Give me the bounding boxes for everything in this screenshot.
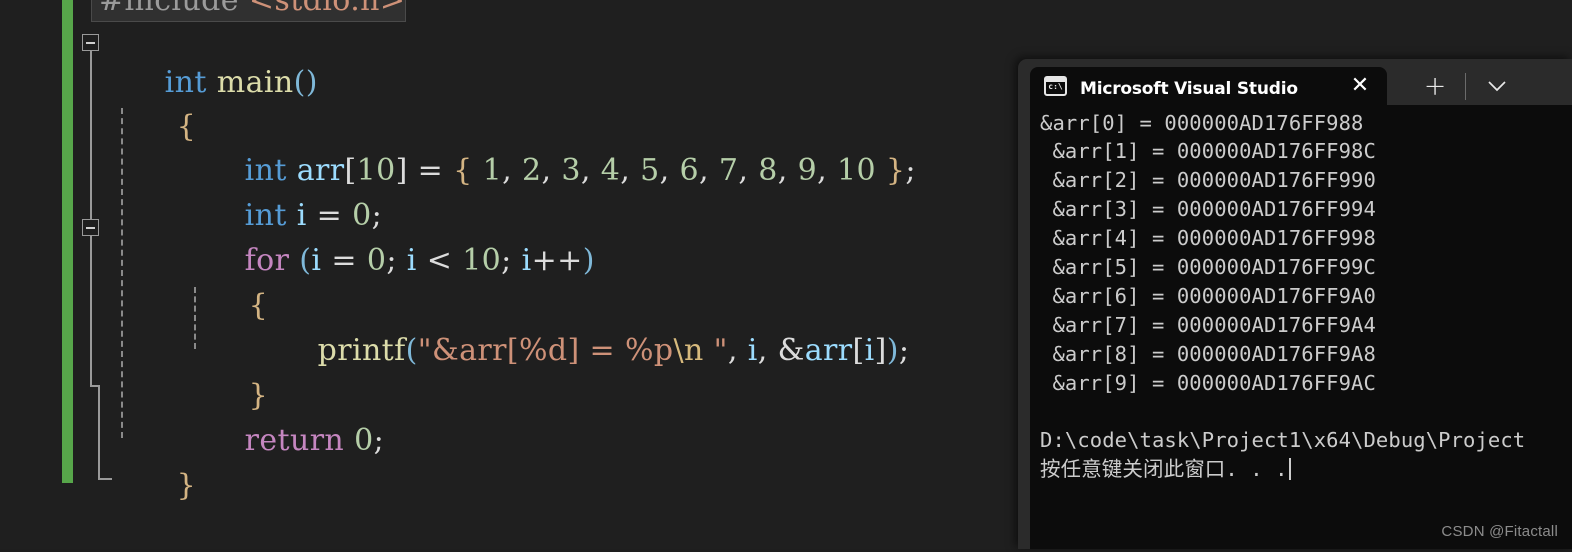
fold-guide-main <box>89 51 92 227</box>
console-tab[interactable]: c:\ Microsoft Visual Studio 调试控 ✕ <box>1030 67 1387 105</box>
fold-guide-for <box>89 236 92 387</box>
console-line: &arr[0] = 000000AD176FF988 <box>1040 111 1364 135</box>
code-line-include: #include <stdio.h> <box>91 0 407 22</box>
console-line: &arr[8] = 000000AD176FF9A8 <box>1040 342 1376 366</box>
console-tab-title: Microsoft Visual Studio 调试控 <box>1080 78 1300 99</box>
fold-guide-main-tail <box>97 385 100 480</box>
editor-left-margin <box>0 0 62 549</box>
change-indicator-bar <box>62 0 73 483</box>
console-line: &arr[9] = 000000AD176FF9AC <box>1040 371 1376 395</box>
tabstrip-divider <box>1465 73 1466 100</box>
console-line: &arr[3] = 000000AD176FF994 <box>1040 197 1376 221</box>
terminal-icon: c:\ <box>1044 76 1067 96</box>
code-surface[interactable]: int main() { int arr[10] = { 1, 2, 3, 4,… <box>73 0 1013 549</box>
code-line-include-text: #include <stdio.h> <box>99 0 406 18</box>
console-line: &arr[4] = 000000AD176FF998 <box>1040 226 1376 250</box>
console-output[interactable]: &arr[0] = 000000AD176FF988 &arr[1] = 000… <box>1030 105 1572 549</box>
console-line: &arr[5] = 000000AD176FF99C <box>1040 255 1376 279</box>
code-line-close-main: } <box>176 468 197 503</box>
close-icon[interactable]: ✕ <box>1347 73 1373 99</box>
console-window[interactable]: c:\ Microsoft Visual Studio 调试控 ✕ + &arr… <box>1018 59 1572 549</box>
console-prompt-text: 按任意键关闭此窗口. . . <box>1040 457 1288 481</box>
watermark: CSDN @Fitactall <box>1441 523 1558 540</box>
chevron-down-icon[interactable] <box>1480 71 1514 101</box>
fold-toggle-for[interactable] <box>82 219 99 236</box>
console-line: &arr[2] = 000000AD176FF990 <box>1040 168 1376 192</box>
new-tab-icon[interactable]: + <box>1418 69 1452 103</box>
fold-guide-main-foot <box>97 478 112 480</box>
text-caret <box>1288 458 1291 480</box>
console-tabstrip[interactable]: c:\ Microsoft Visual Studio 调试控 ✕ + <box>1018 59 1572 105</box>
console-line: &arr[7] = 000000AD176FF9A4 <box>1040 313 1376 337</box>
code-line-return: return 0; <box>244 423 385 458</box>
console-line: &arr[1] = 000000AD176FF98C <box>1040 139 1376 163</box>
terminal-icon-label: c:\ <box>1048 82 1063 91</box>
console-line-path: D:\code\task\Project1\x64\Debug\Project <box>1040 428 1526 452</box>
console-line: &arr[6] = 000000AD176FF9A0 <box>1040 284 1376 308</box>
fold-toggle-main[interactable] <box>82 34 99 51</box>
console-line-prompt: 按任意键关闭此窗口. . . <box>1040 455 1291 484</box>
